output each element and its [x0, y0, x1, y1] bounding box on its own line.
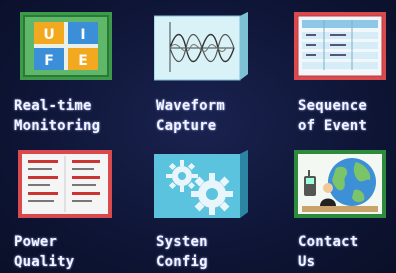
- icon-letter-e: E: [78, 53, 88, 69]
- menu-label-contact-us: Contact Us: [298, 232, 358, 272]
- power-quality-report-icon: [18, 150, 112, 220]
- menu-tile-power-quality[interactable]: Power Quality: [8, 144, 128, 273]
- realtime-ufe-icon: U I F E: [20, 12, 112, 82]
- gears-icon: [154, 150, 248, 220]
- label-line: Sequence: [298, 98, 368, 114]
- menu-label-sequence-of-event: Sequence of Event: [298, 96, 367, 136]
- menu-tile-realtime-monitoring[interactable]: U I F E Real-time Monitoring: [8, 12, 128, 140]
- icon-letter-u: U: [43, 27, 54, 43]
- menu-label-power-quality: Power Quality: [14, 232, 74, 272]
- menu-label-waveform-capture: Waveform Capture: [156, 96, 225, 136]
- label-line: Power: [14, 234, 58, 250]
- menu-tile-waveform-capture[interactable]: Waveform Capture: [142, 12, 262, 140]
- icon-letter-i: I: [80, 27, 85, 43]
- menu-tile-sequence-of-event[interactable]: Sequence of Event: [280, 12, 396, 140]
- label-line: Waveform: [156, 98, 226, 114]
- label-line: Monitoring: [14, 118, 101, 134]
- menu-label-realtime-monitoring: Real-time Monitoring: [14, 96, 100, 136]
- label-line: Quality: [14, 254, 75, 270]
- label-line: Us: [298, 254, 316, 270]
- label-line: Contact: [298, 234, 359, 250]
- icon-letter-f: F: [44, 53, 54, 69]
- label-line: Config: [156, 254, 208, 270]
- main-menu-screen: U I F E Real-time Monitoring Waveform Ca…: [0, 0, 396, 273]
- menu-tile-system-config[interactable]: Systen Config: [142, 144, 262, 273]
- label-line: of Event: [298, 118, 368, 134]
- label-line: Real-time: [14, 98, 92, 114]
- label-line: Systen: [156, 234, 208, 250]
- menu-tile-contact-us[interactable]: Contact Us: [280, 144, 396, 273]
- globe-contact-icon: [294, 150, 386, 220]
- event-list-icon: [294, 12, 386, 82]
- label-line: Capture: [156, 118, 217, 134]
- waveform-icon: [154, 12, 248, 82]
- menu-label-system-config: Systen Config: [156, 232, 208, 272]
